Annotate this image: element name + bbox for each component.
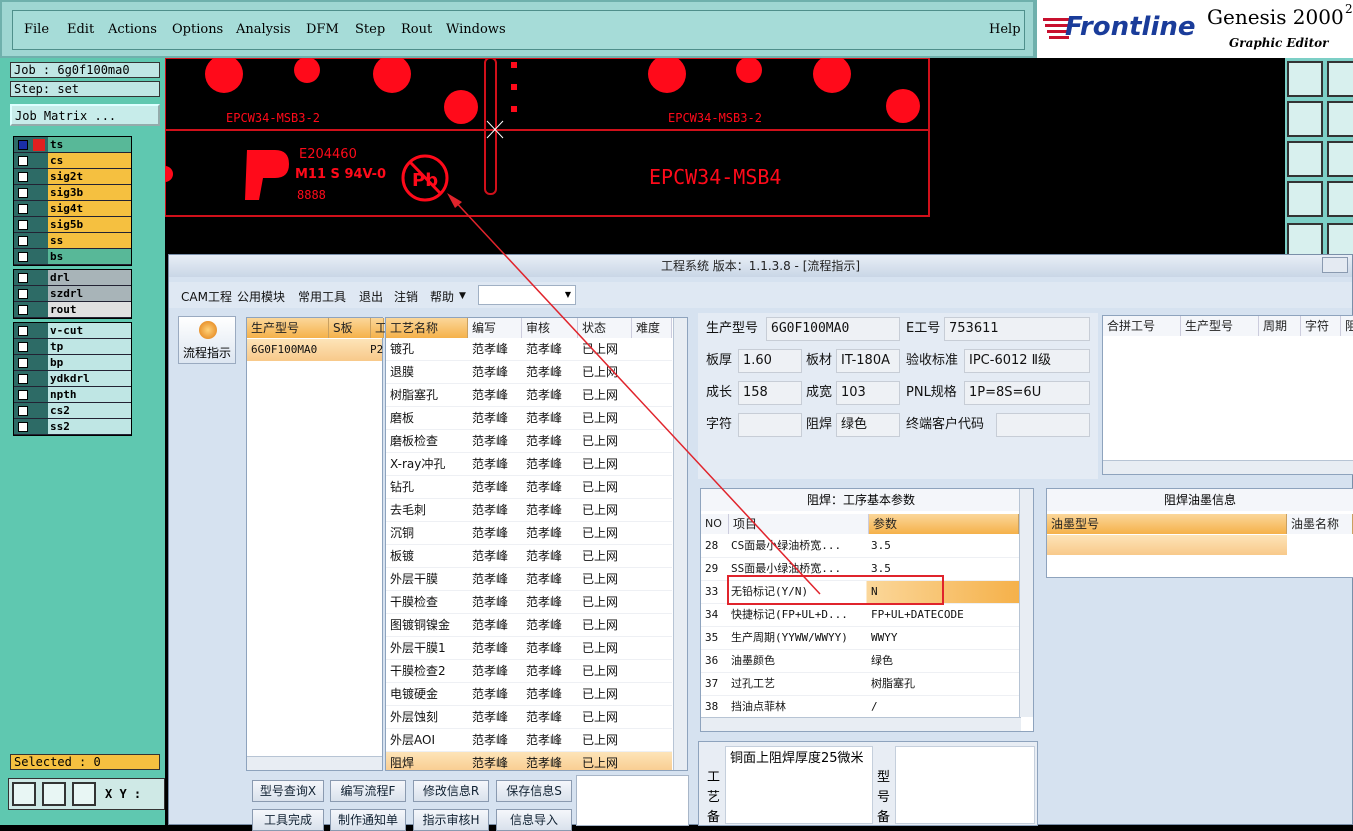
annotation-arrow <box>447 193 821 595</box>
